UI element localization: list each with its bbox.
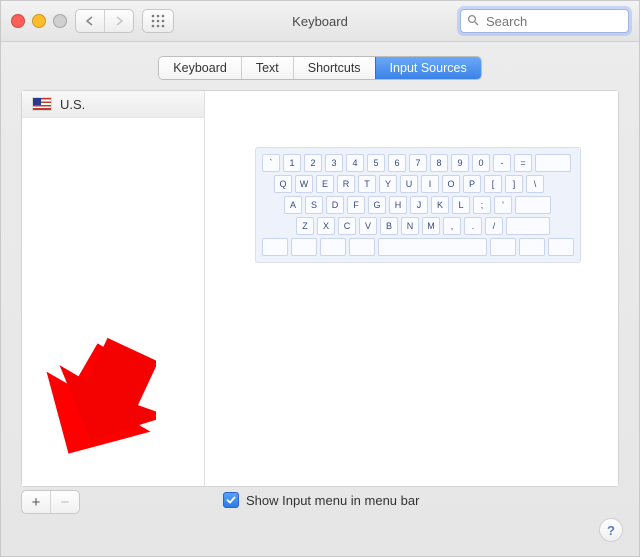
minimize-window-button[interactable] (32, 14, 46, 28)
tab-keyboard[interactable]: Keyboard (159, 57, 241, 79)
close-window-button[interactable] (11, 14, 25, 28)
key: 0 (472, 154, 490, 172)
keyboard-preview: ` 1 2 3 4 5 6 7 8 9 0 - = Q W (255, 147, 581, 263)
key: V (359, 217, 377, 235)
forward-button[interactable] (104, 10, 133, 32)
key-opt-r (519, 238, 545, 256)
key: N (401, 217, 419, 235)
content-panel: U.S. ` 1 2 3 4 5 6 7 8 9 0 - = (21, 90, 619, 487)
help-button[interactable]: ? (599, 518, 623, 542)
add-remove-segment: + − (21, 490, 80, 514)
key-opt (320, 238, 346, 256)
key: F (347, 196, 365, 214)
key-return (515, 196, 551, 214)
key: ` (262, 154, 280, 172)
key: 2 (304, 154, 322, 172)
key: C (338, 217, 356, 235)
key: K (431, 196, 449, 214)
input-source-label: U.S. (60, 97, 85, 112)
key-cmd-r (490, 238, 516, 256)
show-all-button[interactable] (142, 9, 174, 33)
key: 6 (388, 154, 406, 172)
key: J (410, 196, 428, 214)
key: 1 (283, 154, 301, 172)
remove-source-button[interactable]: − (50, 491, 79, 513)
show-input-menu-row[interactable]: Show Input menu in menu bar (223, 492, 419, 508)
key: X (317, 217, 335, 235)
prefs-tabs: Keyboard Text Shortcuts Input Sources (158, 56, 481, 80)
key: / (485, 217, 503, 235)
key: Q (274, 175, 292, 193)
tab-input-sources[interactable]: Input Sources (375, 57, 481, 79)
key: , (443, 217, 461, 235)
input-source-row[interactable]: U.S. (22, 91, 204, 118)
key: \ (526, 175, 544, 193)
key: E (316, 175, 334, 193)
key-shift (506, 217, 550, 235)
key: . (464, 217, 482, 235)
input-sources-list: U.S. (22, 91, 205, 486)
key: L (452, 196, 470, 214)
key: 9 (451, 154, 469, 172)
key: H (389, 196, 407, 214)
key: 3 (325, 154, 343, 172)
key: - (493, 154, 511, 172)
back-button[interactable] (76, 10, 104, 32)
key-cmd (349, 238, 375, 256)
key: ' (494, 196, 512, 214)
us-flag-icon (32, 97, 52, 111)
search-field-wrap[interactable] (460, 9, 629, 33)
search-input[interactable] (484, 13, 622, 30)
keyboard-prefs-window: Keyboard Keyboard Text Shortcuts Input S… (0, 0, 640, 557)
key: Z (296, 217, 314, 235)
key-space (378, 238, 487, 256)
zoom-window-button[interactable] (53, 14, 67, 28)
tab-text[interactable]: Text (241, 57, 293, 79)
key: W (295, 175, 313, 193)
key-backspace (535, 154, 571, 172)
key: = (514, 154, 532, 172)
titlebar: Keyboard (1, 1, 639, 42)
key: Y (379, 175, 397, 193)
key-arrows (548, 238, 574, 256)
key: A (284, 196, 302, 214)
window-traffic-lights (11, 14, 67, 28)
key: 8 (430, 154, 448, 172)
key: ; (473, 196, 491, 214)
nav-back-forward (75, 9, 134, 33)
key: U (400, 175, 418, 193)
key: [ (484, 175, 502, 193)
show-input-menu-checkbox[interactable] (223, 492, 239, 508)
key: M (422, 217, 440, 235)
key: O (442, 175, 460, 193)
key: D (326, 196, 344, 214)
key: ] (505, 175, 523, 193)
key: B (380, 217, 398, 235)
key-fn (262, 238, 288, 256)
show-input-menu-label: Show Input menu in menu bar (246, 493, 419, 508)
key: 5 (367, 154, 385, 172)
key: T (358, 175, 376, 193)
key: I (421, 175, 439, 193)
key: P (463, 175, 481, 193)
search-icon (467, 14, 479, 29)
key: 4 (346, 154, 364, 172)
key: S (305, 196, 323, 214)
keyboard-preview-pane: ` 1 2 3 4 5 6 7 8 9 0 - = Q W (205, 91, 618, 486)
tabs-row: Keyboard Text Shortcuts Input Sources (1, 42, 639, 90)
key: 7 (409, 154, 427, 172)
key: R (337, 175, 355, 193)
add-source-button[interactable]: + (22, 491, 50, 513)
tab-shortcuts[interactable]: Shortcuts (293, 57, 375, 79)
key-ctrl (291, 238, 317, 256)
key: G (368, 196, 386, 214)
grid-icon (143, 10, 173, 32)
